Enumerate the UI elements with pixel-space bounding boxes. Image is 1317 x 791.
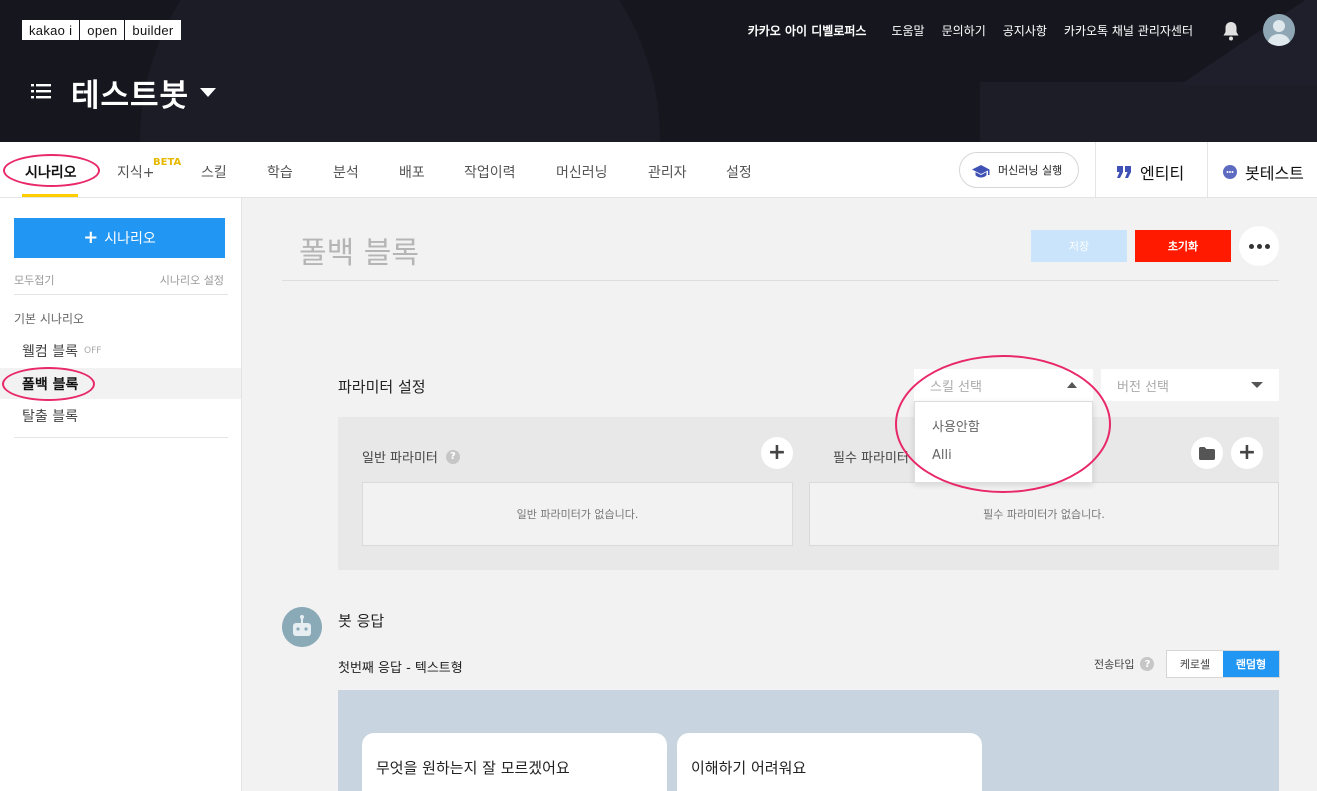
divider (1095, 142, 1096, 198)
logo-part: open (80, 20, 126, 40)
block-label: 웰컴 블록 (22, 343, 78, 360)
required-parameter-text: 필수 파라미터 (833, 451, 909, 466)
response-subtitle: 첫번째 응답 - 텍스트형 (338, 661, 463, 676)
tab-knowledge[interactable]: 지식+ (117, 162, 155, 182)
ml-run-label: 머신러닝 실행 (998, 164, 1063, 177)
developers-link[interactable]: 카카오 아이 디벨로퍼스 (748, 22, 867, 39)
send-type-carousel[interactable]: 케로셀 (1167, 651, 1223, 677)
plus-icon: + (83, 227, 99, 248)
scenario-sidebar: + 시나리오 모두접기 시나리오 설정 기본 시나리오 웰컴 블록 OFF 폴백… (0, 198, 242, 791)
page-title[interactable]: 폴백 블록 (299, 228, 419, 272)
more-options-icon[interactable] (1239, 226, 1279, 266)
graduation-cap-icon (972, 165, 990, 178)
caret-down-icon (1251, 382, 1263, 388)
tab-skill[interactable]: 스킬 (201, 162, 227, 182)
bell-icon[interactable] (1222, 21, 1240, 41)
bot-icon (282, 607, 322, 647)
folder-icon[interactable] (1191, 437, 1223, 469)
list-menu-icon[interactable] (31, 82, 51, 100)
logo-part: kakao i (22, 20, 81, 40)
beta-badge: BETA (153, 157, 182, 168)
tab-analysis[interactable]: 분석 (333, 162, 359, 182)
divider (282, 280, 1279, 281)
add-required-parameter-button[interactable]: + (1231, 437, 1263, 469)
tab-settings[interactable]: 설정 (726, 162, 752, 182)
save-button[interactable]: 저장 (1031, 230, 1127, 262)
tab-learning[interactable]: 학습 (267, 162, 293, 182)
quote-icon (1117, 166, 1131, 178)
tab-deploy[interactable]: 배포 (399, 162, 425, 182)
add-scenario-label: 시나리오 (104, 231, 156, 247)
help-icon[interactable]: ? (445, 449, 460, 464)
block-label: 탈출 블록 (22, 408, 78, 425)
required-parameter-empty: 필수 파라미터가 없습니다. (809, 482, 1279, 546)
bot-switch-caret-icon[interactable] (200, 88, 216, 97)
send-type-toggle: 케로셀 랜덤형 (1166, 650, 1280, 678)
add-general-parameter-button[interactable]: + (761, 437, 793, 469)
notice-link[interactable]: 공지사항 (1003, 22, 1047, 39)
response-card[interactable]: 이해하기 어려워요 (677, 733, 982, 791)
entity-button[interactable]: 엔티티 (1117, 160, 1184, 184)
scenario-settings-link[interactable]: 시나리오 설정 (160, 272, 224, 288)
general-parameter-text: 일반 파라미터 (362, 451, 438, 466)
annotation-circle (3, 154, 100, 187)
scenario-group-title[interactable]: 기본 시나리오 (14, 310, 84, 327)
divider (1207, 142, 1208, 198)
help-link[interactable]: 도움말 (891, 22, 924, 39)
bot-test-button[interactable]: 봇테스트 (1222, 160, 1304, 184)
bot-response-title: 봇 응답 (338, 612, 385, 630)
contact-link[interactable]: 문의하기 (942, 22, 986, 39)
user-avatar[interactable] (1263, 14, 1295, 46)
logo-part: builder (132, 23, 174, 38)
active-tab-indicator (22, 194, 78, 197)
bot-name[interactable]: 테스트봇 (71, 70, 189, 115)
entity-label: 엔티티 (1140, 164, 1185, 183)
required-parameter-label: 필수 파라미터 (833, 447, 909, 466)
bot-test-label: 봇테스트 (1245, 164, 1304, 183)
off-badge: OFF (83, 345, 102, 356)
tab-machine-learning[interactable]: 머신러닝 (556, 162, 608, 182)
add-scenario-button[interactable]: + 시나리오 (14, 218, 225, 258)
divider (14, 437, 228, 438)
block-item-welcome[interactable]: 웰컴 블록 OFF (0, 335, 241, 366)
ml-run-button[interactable]: 머신러닝 실행 (959, 152, 1079, 188)
top-links: 카카오 아이 디벨로퍼스 도움말 문의하기 공지사항 카카오톡 채널 관리자센터 (748, 22, 1193, 39)
header-decoration (140, 0, 660, 142)
chat-bubble-icon (1223, 165, 1237, 179)
version-select-placeholder: 버전 선택 (1117, 379, 1169, 395)
brand-logo[interactable]: kakao i open builder (22, 20, 181, 40)
tab-history[interactable]: 작업이력 (464, 162, 516, 182)
send-type-random[interactable]: 랜덤형 (1223, 651, 1279, 677)
send-type-label: 전송타입 ? (1094, 656, 1155, 672)
block-item-exit[interactable]: 탈출 블록 (0, 400, 241, 431)
annotation-circle (895, 355, 1111, 493)
header-decoration (1180, 0, 1317, 85)
version-select[interactable]: 버전 선택 (1101, 369, 1279, 401)
channel-admin-link[interactable]: 카카오톡 채널 관리자센터 (1064, 22, 1193, 39)
help-icon[interactable]: ? (1140, 657, 1155, 671)
parameter-settings-title: 파라미터 설정 (338, 378, 426, 396)
divider (14, 294, 228, 295)
general-parameter-empty: 일반 파라미터가 없습니다. (362, 482, 793, 546)
annotation-circle (2, 367, 95, 401)
response-card[interactable]: 무엇을 원하는지 잘 모르겠어요 (362, 733, 667, 791)
collapse-all-link[interactable]: 모두접기 (14, 272, 54, 288)
reset-button[interactable]: 초기화 (1135, 230, 1231, 262)
general-parameter-label: 일반 파라미터 ? (362, 447, 460, 466)
send-type-text: 전송타입 (1094, 658, 1135, 671)
top-header: kakao i open builder 카카오 아이 디벨로퍼스 도움말 문의… (0, 0, 1317, 142)
tab-admin[interactable]: 관리자 (648, 162, 687, 182)
header-decoration (980, 82, 1317, 142)
